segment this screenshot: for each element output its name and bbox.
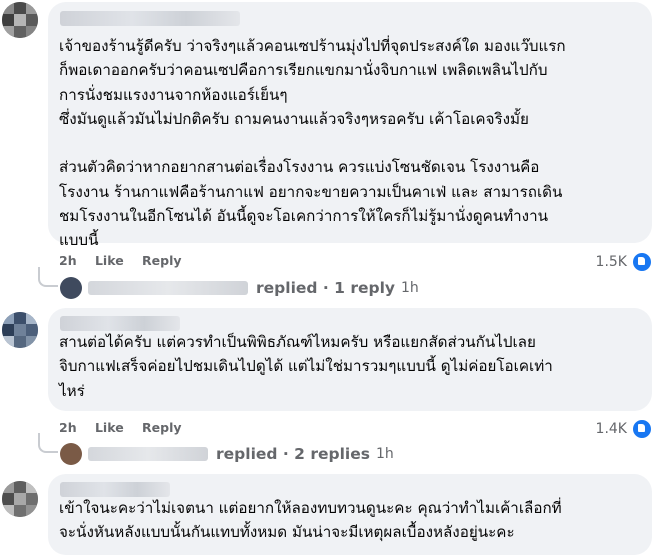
reply-thread-line bbox=[38, 433, 58, 453]
comment-actions: 2h Like Reply bbox=[59, 420, 196, 435]
commenter-name[interactable] bbox=[60, 316, 180, 331]
view-replies-link[interactable]: replied · 2 replies 1h bbox=[38, 433, 394, 465]
replies-count-label: replied · 1 reply bbox=[256, 279, 396, 297]
commenter-avatar[interactable] bbox=[2, 312, 38, 348]
comment-text: เข้าใจนะคะว่าไม่เจตนา แต่อยากให้ลองทบทวน… bbox=[59, 499, 562, 542]
reaction-summary[interactable]: 1.4K bbox=[596, 418, 653, 440]
reply-thread-line bbox=[38, 267, 58, 287]
replies-time: 1h bbox=[375, 446, 394, 462]
replier-name bbox=[88, 281, 248, 295]
replies-time: 1h bbox=[401, 280, 419, 296]
commenter-name[interactable] bbox=[60, 482, 170, 497]
replier-name bbox=[88, 447, 208, 461]
comment-time[interactable]: 2h bbox=[59, 253, 77, 268]
commenter-avatar[interactable] bbox=[2, 481, 38, 517]
like-reaction-icon bbox=[631, 418, 653, 440]
comment-actions: 2h Like Reply bbox=[59, 253, 196, 268]
commenter-avatar[interactable] bbox=[2, 2, 38, 38]
reaction-count: 1.5K bbox=[595, 254, 627, 270]
like-reaction-icon bbox=[631, 251, 653, 273]
comment-bubble: เจ้าของร้านรู้ดีครับ ว่าจริงๆแล้วคอนเซปร… bbox=[48, 2, 652, 249]
reaction-count: 1.4K bbox=[595, 421, 627, 437]
comment-time[interactable]: 2h bbox=[59, 420, 77, 435]
view-replies-link[interactable]: replied · 1 reply 1h bbox=[38, 267, 419, 299]
comment-bubble: สานต่อได้ครับ แต่ควรทำเป็นพิพิธภัณฑ์ไหมค… bbox=[48, 308, 652, 411]
like-button[interactable]: Like bbox=[95, 420, 124, 435]
commenter-name[interactable] bbox=[60, 11, 240, 26]
like-button[interactable]: Like bbox=[95, 253, 124, 268]
comment-bubble: เข้าใจนะคะว่าไม่เจตนา แต่อยากให้ลองทบทวน… bbox=[48, 474, 652, 555]
replier-avatar bbox=[60, 443, 82, 465]
comment-text: เจ้าของร้านรู้ดีครับ ว่าจริงๆแล้วคอนเซปร… bbox=[59, 37, 566, 250]
replies-count-label: replied · 2 replies bbox=[216, 445, 370, 463]
reply-button[interactable]: Reply bbox=[142, 253, 181, 268]
replier-avatar bbox=[60, 277, 82, 299]
reply-button[interactable]: Reply bbox=[142, 420, 181, 435]
comment-text: สานต่อได้ครับ แต่ควรทำเป็นพิพิธภัณฑ์ไหมค… bbox=[59, 333, 553, 400]
reaction-summary[interactable]: 1.5K bbox=[596, 251, 653, 273]
